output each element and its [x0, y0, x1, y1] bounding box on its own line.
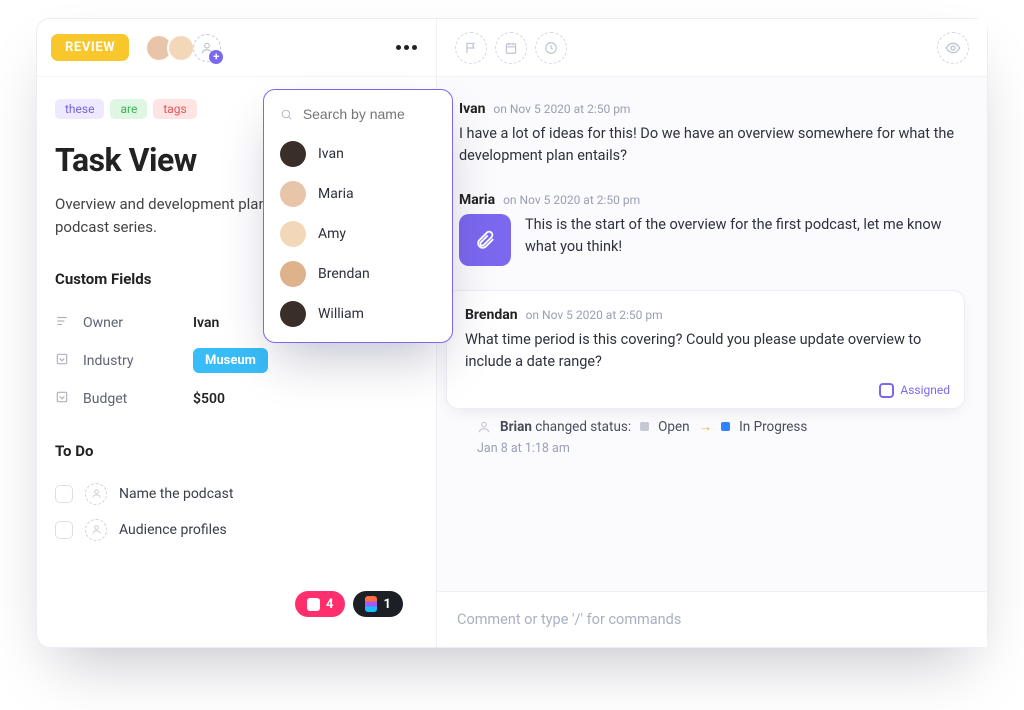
- person-option[interactable]: Amy: [274, 214, 442, 254]
- comment-card[interactable]: Brendan on Nov 5 2020 at 2:50 pm What ti…: [446, 290, 965, 409]
- tag[interactable]: are: [110, 99, 147, 119]
- custom-field-name: Budget: [83, 391, 193, 407]
- comment-author: Brendan: [465, 307, 518, 323]
- comment-meta: on Nov 5 2020 at 2:50 pm: [493, 102, 630, 116]
- avatar: [280, 141, 306, 167]
- add-assignee-button[interactable]: +: [193, 34, 221, 62]
- people-dropdown[interactable]: Ivan Maria Amy Brendan William: [263, 89, 453, 343]
- pill-count: 4: [326, 597, 333, 612]
- assignee-avatars: +: [145, 34, 221, 62]
- compose-input[interactable]: Comment or type '/' for commands: [437, 591, 987, 647]
- todo-heading: To Do: [55, 442, 418, 460]
- status-to: In Progress: [739, 419, 807, 435]
- custom-field-value[interactable]: $500: [193, 391, 225, 407]
- comment-author: Ivan: [459, 101, 485, 117]
- custom-field-value[interactable]: Museum: [193, 348, 268, 373]
- assign-icon[interactable]: [85, 519, 107, 541]
- checkbox[interactable]: [55, 521, 73, 539]
- assign-icon[interactable]: [85, 483, 107, 505]
- custom-field-value[interactable]: Ivan: [193, 315, 219, 331]
- person-name: William: [318, 306, 364, 322]
- custom-field-name: Owner: [83, 315, 193, 331]
- assigned-label: Assigned: [900, 383, 950, 397]
- person-name: Amy: [318, 226, 346, 242]
- pill-count: 1: [383, 597, 390, 612]
- tag[interactable]: these: [55, 99, 104, 119]
- todo-label: Name the podcast: [119, 486, 233, 502]
- checkbox[interactable]: [55, 485, 73, 503]
- search-input[interactable]: [303, 106, 436, 122]
- person-option[interactable]: William: [274, 294, 442, 334]
- search-icon: [280, 107, 293, 122]
- invision-pill[interactable]: 4: [295, 591, 345, 617]
- status-badge[interactable]: REVIEW: [51, 34, 129, 61]
- todo-item[interactable]: Name the podcast: [55, 476, 418, 512]
- custom-field-row: Budget $500: [55, 380, 418, 418]
- status-dot-icon: [721, 422, 730, 431]
- person-option[interactable]: Maria: [274, 174, 442, 214]
- person-name: Ivan: [318, 146, 344, 162]
- text-icon: [55, 313, 71, 332]
- avatar: [280, 261, 306, 287]
- invision-icon: [307, 598, 320, 611]
- arrow-icon: →: [699, 419, 713, 435]
- status-actor: Brian: [500, 419, 532, 435]
- status-from: Open: [658, 419, 689, 435]
- assigned-toggle[interactable]: Assigned: [879, 383, 950, 398]
- dropdown-icon: [55, 389, 71, 408]
- checkbox-icon: [879, 383, 894, 398]
- comment-body: What time period is this covering? Could…: [465, 329, 946, 396]
- todo-label: Audience profiles: [119, 522, 227, 538]
- watch-button[interactable]: [937, 32, 969, 64]
- calendar-button[interactable]: [495, 32, 527, 64]
- comment: Maria on Nov 5 2020 at 2:50 pm This is t…: [459, 192, 965, 266]
- dropdown-icon: [55, 351, 71, 370]
- person-name: Brendan: [318, 266, 370, 282]
- figma-icon: [365, 596, 377, 612]
- person-name: Maria: [318, 186, 354, 202]
- flag-button[interactable]: [455, 32, 487, 64]
- status-text: changed status:: [535, 419, 631, 435]
- attachment-icon[interactable]: [459, 214, 511, 266]
- todo-item[interactable]: Audience profiles: [55, 512, 418, 548]
- avatar: [280, 221, 306, 247]
- comment-meta: on Nov 5 2020 at 2:50 pm: [503, 193, 640, 207]
- time-button[interactable]: [535, 32, 567, 64]
- compose-placeholder: Comment or type '/' for commands: [457, 611, 681, 628]
- plus-icon: +: [209, 50, 223, 64]
- user-icon: [477, 420, 491, 434]
- person-option[interactable]: Ivan: [274, 134, 442, 174]
- comment-body: I have a lot of ideas for this! Do we ha…: [459, 123, 965, 168]
- avatar: [280, 181, 306, 207]
- figma-pill[interactable]: 1: [353, 591, 402, 617]
- status-timestamp: Jan 8 at 1:18 am: [477, 441, 965, 456]
- status-change-entry: Brian changed status: Open → In Progress: [477, 419, 965, 435]
- status-dot-icon: [640, 422, 649, 431]
- comment-body: This is the start of the overview for th…: [525, 214, 965, 259]
- comment: Ivan on Nov 5 2020 at 2:50 pm I have a l…: [459, 101, 965, 168]
- comment-author: Maria: [459, 192, 495, 208]
- avatar[interactable]: [167, 34, 195, 62]
- custom-field-name: Industry: [83, 353, 193, 369]
- comment-meta: on Nov 5 2020 at 2:50 pm: [526, 308, 663, 322]
- custom-field-row: Industry Museum: [55, 342, 418, 380]
- more-menu-button[interactable]: [390, 32, 422, 64]
- tag[interactable]: tags: [153, 99, 196, 119]
- person-option[interactable]: Brendan: [274, 254, 442, 294]
- avatar: [280, 301, 306, 327]
